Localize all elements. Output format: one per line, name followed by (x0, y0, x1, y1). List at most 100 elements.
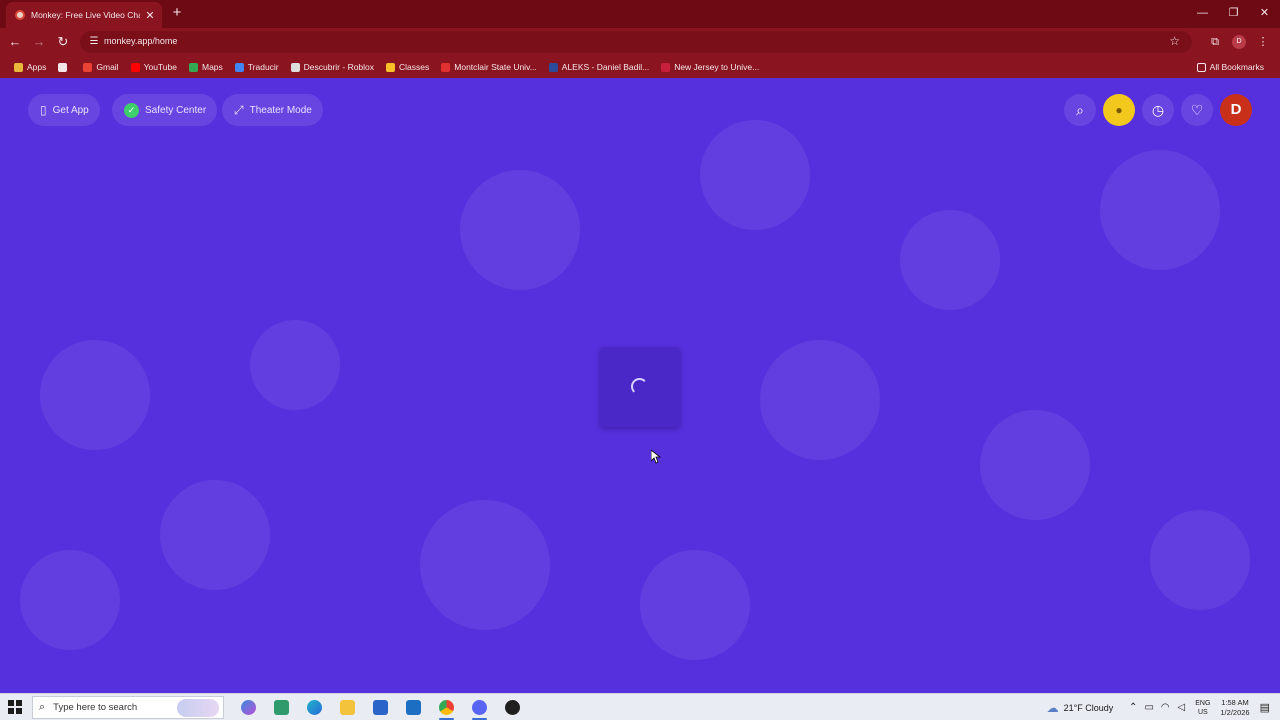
grid-icon (58, 62, 68, 72)
bookmark-aleks[interactable]: ALEKS - Daniel Badil... (543, 56, 655, 78)
menu-icon[interactable]: ⋮ (1254, 33, 1272, 51)
expand-icon: ⤢ (234, 103, 244, 117)
bookmarks-bar: Apps Gmail YouTube Maps Traducir Descubr… (0, 56, 1280, 78)
loading-spinner-icon (631, 378, 648, 395)
history-clock-icon[interactable]: ◷ (1142, 94, 1174, 126)
file-explorer-app-icon[interactable] (331, 694, 364, 720)
background-blob (900, 210, 1000, 310)
minimize-button[interactable]: — (1187, 0, 1218, 28)
windows-start-icon[interactable] (8, 700, 22, 714)
edge-app-icon[interactable] (298, 694, 331, 720)
extensions-icon[interactable]: ⧉ (1206, 33, 1224, 51)
gmail-icon (83, 62, 93, 72)
background-blob (1150, 510, 1250, 610)
nj-icon (661, 62, 671, 72)
bookmark-grid[interactable] (52, 56, 77, 78)
background-blob (640, 550, 750, 660)
chat-heart-icon[interactable]: ♡ (1181, 94, 1213, 126)
bookmark-gmail[interactable]: Gmail (77, 56, 124, 78)
store-app-icon[interactable] (364, 694, 397, 720)
taskbar-search-placeholder: Type here to search (53, 702, 138, 713)
background-blob (160, 480, 270, 590)
widgets-app-icon[interactable] (265, 694, 298, 720)
address-bar[interactable]: ☰ monkey.app/home ☆ (80, 31, 1192, 53)
back-button[interactable]: ← (6, 33, 24, 51)
bookmark-classes[interactable]: Classes (380, 56, 435, 78)
copilot-app-icon[interactable] (232, 694, 265, 720)
volume-icon[interactable]: ◁ (1173, 702, 1189, 713)
chevron-up-icon[interactable]: ⌃ (1125, 702, 1141, 713)
tab-close-icon[interactable]: ✕ (144, 9, 156, 22)
site-info-icon[interactable]: ☰ (88, 36, 100, 48)
bookmark-apps[interactable]: Apps (8, 56, 52, 78)
background-blob (1100, 150, 1220, 270)
background-blob (20, 550, 120, 650)
discord-app-icon[interactable] (463, 694, 496, 720)
aleks-icon (548, 62, 558, 72)
taskbar-clock[interactable]: 1:58 AM 1/2/2026 (1220, 698, 1249, 718)
montclair-icon (441, 62, 451, 72)
loading-card (600, 347, 680, 427)
tab-strip: Monkey: Free Live Video Chat ✕ + — ❐ ✕ (0, 0, 1280, 28)
monkey-home-page: ▯ Get App ✓ Safety Center ⤢ Theater Mode… (0, 80, 1280, 693)
battery-icon[interactable]: ▭ (1141, 702, 1157, 713)
weather-text[interactable]: 21°F Cloudy (1064, 703, 1114, 713)
windows-taskbar: ⌕ Type here to search ☁ 21°F Cloudy ⌃ ▭ … (0, 693, 1280, 720)
bookmark-montclair[interactable]: Montclair State Univ... (435, 56, 543, 78)
wifi-icon[interactable]: ◠ (1157, 702, 1173, 713)
bookmark-youtube[interactable]: YouTube (125, 56, 183, 78)
youtube-icon (130, 62, 140, 72)
background-blob (250, 320, 340, 410)
theater-mode-button[interactable]: ⤢ Theater Mode (222, 94, 323, 126)
apps-grid-icon (14, 62, 23, 72)
background-blob (420, 500, 550, 630)
browser-tab-active[interactable]: Monkey: Free Live Video Chat ✕ (6, 2, 162, 28)
toolbar-right: ⧉ D ⋮ (1206, 33, 1272, 51)
bookmark-traducir[interactable]: Traducir (229, 56, 285, 78)
url-text[interactable]: monkey.app/home (104, 36, 177, 46)
monkey-favicon-icon (15, 10, 25, 20)
all-bookmarks-button[interactable]: All Bookmarks (1191, 56, 1270, 78)
chrome-app-icon[interactable] (430, 694, 463, 720)
background-blob (40, 340, 150, 450)
forward-button[interactable]: → (30, 33, 48, 51)
get-app-button[interactable]: ▯ Get App (28, 94, 100, 126)
search-highlight-image (177, 699, 219, 717)
notification-icon[interactable]: ▤ (1260, 701, 1270, 714)
classroom-icon (386, 62, 396, 72)
background-blob (460, 170, 580, 290)
language-indicator[interactable]: ENG US (1195, 699, 1210, 717)
browser-toolbar: ← → ↻ ☰ monkey.app/home ☆ ⧉ D ⋮ (0, 28, 1280, 56)
avatar[interactable]: D (1220, 94, 1252, 126)
profile-icon[interactable]: D (1232, 35, 1246, 49)
page-top-icons: ⌕ ● ◷ ♡ D (1064, 94, 1252, 126)
bookmark-star-icon[interactable]: ☆ (1169, 34, 1180, 48)
maps-icon (188, 62, 198, 72)
background-blob (700, 120, 810, 230)
tab-title: Monkey: Free Live Video Chat (31, 10, 140, 20)
bookmark-new-jersey[interactable]: New Jersey to Unive... (655, 56, 765, 78)
cloud-icon: ☁ (1046, 700, 1059, 715)
bookmark-roblox[interactable]: Descubrir - Roblox (285, 56, 380, 78)
roblox-icon (290, 62, 300, 72)
background-blob (760, 340, 880, 460)
restore-button[interactable]: ❐ (1218, 0, 1249, 28)
coin-icon[interactable]: ● (1103, 94, 1135, 126)
shield-check-icon: ✓ (124, 102, 139, 118)
safety-center-button[interactable]: ✓ Safety Center (112, 94, 218, 126)
roblox-app-icon[interactable] (496, 694, 529, 720)
close-window-button[interactable]: ✕ (1249, 0, 1280, 28)
reload-button[interactable]: ↻ (54, 33, 72, 51)
taskbar-apps (232, 694, 529, 720)
mouse-cursor-icon (651, 450, 661, 464)
outlook-app-icon[interactable] (397, 694, 430, 720)
taskbar-search-box[interactable]: ⌕ Type here to search (32, 696, 224, 719)
window-controls: — ❐ ✕ (1187, 0, 1280, 28)
new-tab-button[interactable]: + (168, 4, 186, 22)
folder-icon (1196, 62, 1206, 72)
phone-icon: ▯ (40, 103, 47, 117)
search-icon: ⌕ (39, 701, 46, 713)
system-tray: ☁ 21°F Cloudy ⌃ ▭ ◠ ◁ ENG US 1:58 AM 1/2… (1047, 694, 1280, 720)
search-icon[interactable]: ⌕ (1064, 94, 1096, 126)
bookmark-maps[interactable]: Maps (183, 56, 229, 78)
